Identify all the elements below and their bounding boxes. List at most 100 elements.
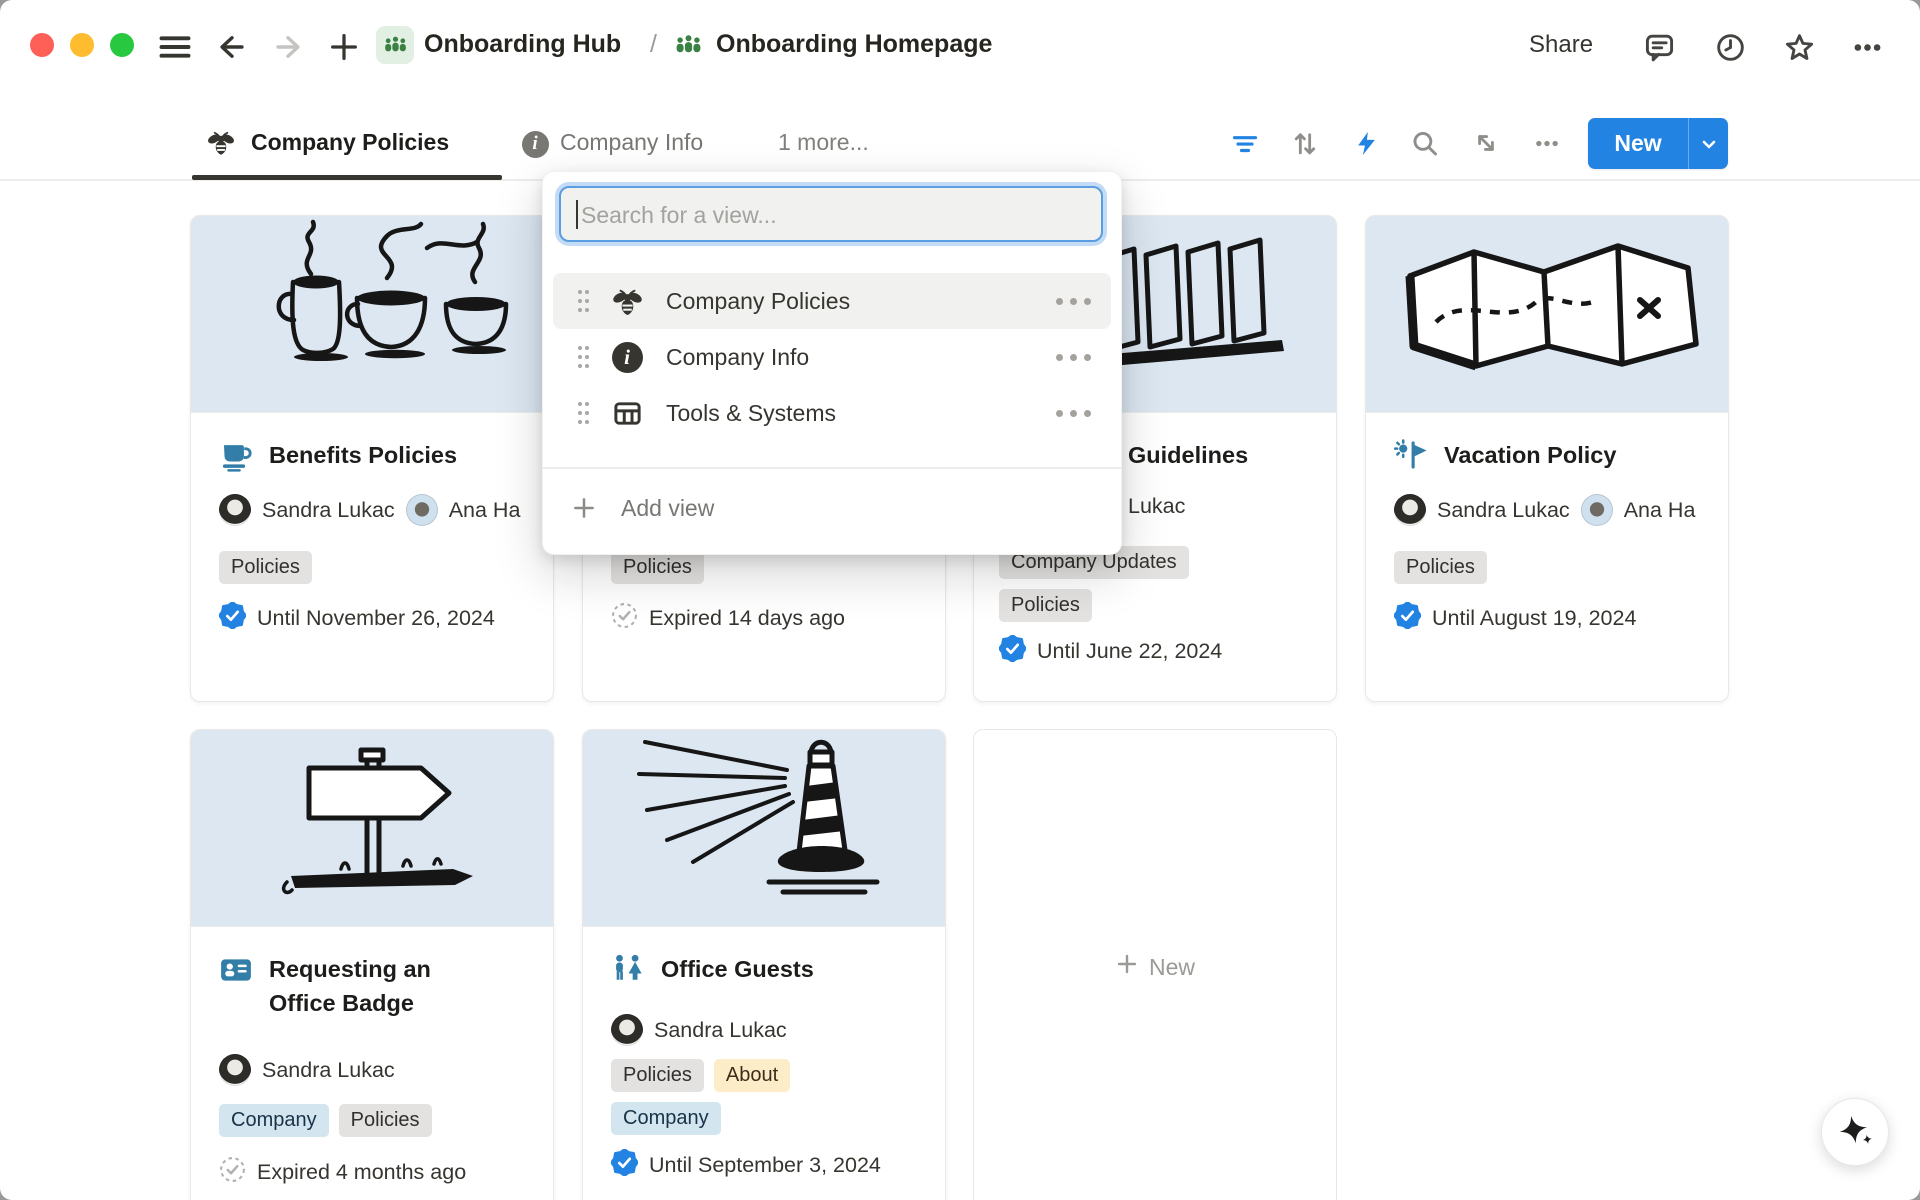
view-search-input[interactable] [579, 192, 1083, 238]
sparkle-icon [1833, 1110, 1877, 1154]
person-name: Ana Ha [449, 498, 521, 523]
back-icon[interactable] [214, 29, 250, 65]
app-window: Onboarding Hub / Onboarding Homepage Sha… [0, 0, 1920, 1200]
view-menu-item-company-policies[interactable]: Company Policies [553, 273, 1111, 329]
card-cover-image [191, 730, 553, 927]
tag: Policies [219, 551, 312, 584]
breadcrumb-item[interactable]: Onboarding Homepage [716, 30, 992, 59]
card-office-guests[interactable]: Office Guests Sandra Lukac Policies Abou… [582, 729, 946, 1200]
person-name: Sandra Lukac [262, 1058, 395, 1083]
card-people: Sandra Lukac Ana Ha [1394, 494, 1728, 526]
breadcrumb-item[interactable]: Onboarding Hub [424, 30, 621, 59]
avatar [1581, 494, 1613, 526]
forward-icon[interactable] [270, 29, 306, 65]
view-search-field[interactable] [559, 186, 1103, 242]
automation-lightning-icon[interactable] [1352, 129, 1380, 157]
window-close-button[interactable] [30, 33, 54, 57]
view-menu-item-label: Company Policies [666, 288, 1056, 315]
tag: Company [219, 1104, 329, 1137]
view-menu-item-label: Tools & Systems [666, 400, 1056, 427]
new-page-icon[interactable] [326, 29, 362, 65]
add-view-label: Add view [621, 495, 714, 522]
table-icon [609, 395, 645, 431]
card-vacation-policy[interactable]: Vacation Policy Sandra Lukac Ana Ha Poli… [1365, 215, 1729, 702]
tab-company-info[interactable]: Company Info [560, 129, 703, 156]
new-button[interactable]: New [1588, 118, 1728, 169]
window-zoom-button[interactable] [110, 33, 134, 57]
favorite-star-icon[interactable] [1781, 29, 1817, 65]
card-title: Guidelines [1128, 438, 1248, 472]
new-button-label: New [1588, 130, 1688, 157]
ai-sparkle-button[interactable] [1821, 1098, 1889, 1166]
item-more-icon[interactable] [1056, 410, 1091, 417]
tag: Company [611, 1102, 721, 1135]
plus-icon [1115, 952, 1139, 982]
card-cover-image [583, 730, 945, 927]
person-name: Sandra Lukac [1437, 498, 1570, 523]
avatar [219, 494, 251, 526]
expired-check-icon [611, 602, 638, 634]
view-switcher-menu: Company Policies i Company Info Tools & … [542, 171, 1122, 555]
mugs-illustration [191, 216, 553, 412]
status-text: Until August 19, 2024 [1432, 606, 1636, 631]
verified-badge-icon [611, 1149, 638, 1181]
add-view-button[interactable]: Add view [543, 475, 1121, 541]
view-options-icon[interactable] [1533, 129, 1561, 157]
drag-handle-icon[interactable] [573, 344, 593, 370]
bee-icon [609, 283, 645, 319]
card-requesting-office-badge[interactable]: Requesting an Office Badge Sandra Lukac … [190, 729, 554, 1200]
tab-company-policies[interactable]: Company Policies [251, 129, 449, 156]
view-menu-item-label: Company Info [666, 344, 1056, 371]
share-button[interactable]: Share [1529, 31, 1593, 59]
breadcrumb-separator: / [650, 30, 657, 59]
tag: About [714, 1059, 790, 1092]
history-clock-icon[interactable] [1712, 29, 1748, 65]
status-text: Expired 4 months ago [257, 1160, 466, 1185]
tag: Policies [999, 589, 1092, 622]
info-icon: i [609, 339, 645, 375]
expired-check-icon [219, 1156, 246, 1188]
card-cover-image [191, 216, 553, 413]
lighthouse-illustration [583, 730, 945, 926]
bee-icon [206, 127, 236, 157]
verified-badge-icon [1394, 602, 1421, 634]
map-illustration [1366, 216, 1728, 412]
person-name: Sandra Lukac [654, 1018, 787, 1043]
verified-badge-icon [999, 635, 1026, 667]
badge-icon [219, 953, 253, 987]
item-more-icon[interactable] [1056, 354, 1091, 361]
expand-icon[interactable] [1472, 129, 1500, 157]
status-text: Until November 26, 2024 [257, 606, 495, 631]
card-title: Office Guests [661, 952, 814, 986]
tag: Policies [611, 1059, 704, 1092]
item-more-icon[interactable] [1056, 298, 1091, 305]
card-people: Sandra Lukac Ana Ha [219, 494, 553, 526]
status-text: Until September 3, 2024 [649, 1153, 881, 1178]
vacation-icon [1394, 438, 1428, 472]
text-caret [576, 200, 578, 229]
more-options-icon[interactable] [1849, 29, 1885, 65]
avatar [611, 1014, 643, 1046]
verified-badge-icon [219, 602, 246, 634]
comments-icon[interactable] [1641, 29, 1677, 65]
view-menu-item-company-info[interactable]: i Company Info [553, 329, 1111, 385]
sort-icon[interactable] [1291, 129, 1319, 157]
more-views-button[interactable]: 1 more... [778, 129, 869, 156]
plus-icon [571, 495, 597, 521]
sidebar-menu-icon[interactable] [157, 29, 193, 65]
card-benefits-policies[interactable]: Benefits Policies Sandra Lukac Ana Ha Po… [190, 215, 554, 702]
window-minimize-button[interactable] [70, 33, 94, 57]
new-card-label: New [1149, 954, 1195, 981]
search-icon[interactable] [1411, 129, 1439, 157]
tag: Policies [1394, 551, 1487, 584]
mug-icon [219, 438, 253, 472]
avatar [406, 494, 438, 526]
drag-handle-icon[interactable] [573, 400, 593, 426]
drag-handle-icon[interactable] [573, 288, 593, 314]
view-menu-item-tools-systems[interactable]: Tools & Systems [553, 385, 1111, 441]
person-name: Lukac [1128, 494, 1185, 519]
card-cover-image [1366, 216, 1728, 413]
filter-icon[interactable] [1231, 129, 1259, 157]
new-card-button[interactable]: New [973, 729, 1337, 1200]
chevron-down-icon[interactable] [1689, 132, 1728, 156]
